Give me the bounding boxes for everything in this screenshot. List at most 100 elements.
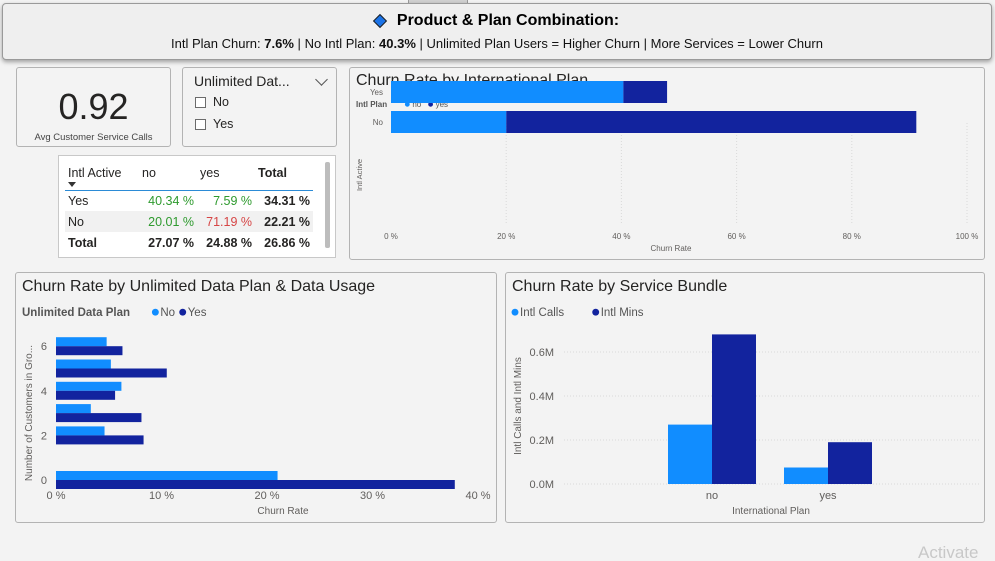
chart-unlimited-data[interactable]: Churn Rate by Unlimited Data Plan & Data… [15,272,497,523]
cell-total: 34.31 % [264,193,310,208]
matrix-header-intl-active[interactable]: Intl Active [65,163,139,190]
x-tick-label: 30 % [360,490,385,502]
slicer-option-label: Yes [213,117,234,131]
x-tick-label: 0 % [384,232,398,241]
legend-item: Intl Calls [520,307,564,319]
x-tick-label: 40 % [465,490,490,502]
x-tick-label: 20 % [497,232,515,241]
checkbox-yes[interactable] [195,118,206,130]
matrix-header-total[interactable]: Total [255,163,313,190]
legend-marker [592,308,600,316]
matrix-header-row: Intl Active no yes Total [65,163,313,190]
header-title-row: Product & Plan Combination: [3,12,991,30]
matrix-header-label: Intl Active [68,166,122,180]
bar-yes-No [506,111,917,133]
sub-rest: | Unlimited Plan Users = Higher Churn | … [419,36,823,51]
cell-yes: 24.88 % [206,235,252,250]
slicer-title: Unlimited Dat... [194,73,290,89]
x-tick-label: 0 % [47,490,66,502]
bar-Intl Calls-yes [784,467,828,484]
sub-separator: | [297,36,301,51]
y-axis-label: Intl Active [355,159,364,191]
x-axis-label: International Plan [732,506,810,517]
y-axis-label: Number of Customers in Gro... [24,345,35,481]
intl-churn-label: Intl Plan Churn: [171,36,261,51]
cell-total: 26.86 % [264,235,310,250]
bar-Intl Calls-no [668,424,712,484]
bar-Yes-0 [56,480,455,489]
table-row: Yes 40.34 % 7.59 % 34.31 % [65,190,313,211]
matrix-table: Intl Active no yes Total Yes 40.34 % 7.5… [65,163,313,253]
y-tick-label: 4 [41,386,47,398]
bar-no-Yes [391,81,624,103]
matrix-header-no[interactable]: no [139,163,197,190]
legend-title: Unlimited Data Plan [22,307,130,319]
cell-no: 20.01 % [148,214,194,229]
nointl-churn-value: 40.3% [379,36,416,51]
bar-Yes-2 [56,435,144,445]
slicer-option-yes[interactable]: Yes [183,117,336,131]
intl-churn-value: 7.6% [264,36,294,51]
y-tick-label: 0.2M [530,435,554,447]
bar-Yes-5 [56,368,167,378]
cell-yes: 7.59 % [213,193,252,208]
legend-item: No [160,307,175,319]
chart-intl-plan-svg: Churn Rate by International PlanIntl Pla… [355,72,979,253]
x-axis-label: Churn Rate [651,244,692,253]
cell-total: 22.21 % [264,214,310,229]
x-tick-label: 20 % [254,490,279,502]
kpi-card[interactable]: 0.92 Avg Customer Service Calls [16,67,171,147]
y-tick-label: No [373,118,384,127]
legend-item: Yes [188,307,207,319]
y-tick-label: Yes [370,88,383,97]
legend-item: Intl Mins [601,307,644,319]
cell-no: 27.07 % [148,235,194,250]
cell-no: 40.34 % [148,193,194,208]
y-tick-label: 0.6M [530,347,554,359]
y-tick-label: 2 [41,430,47,442]
bar-Yes-6 [56,346,123,356]
x-tick-label: 100 % [956,232,979,241]
bar-No-2 [56,426,105,436]
x-axis-label: Churn Rate [257,506,309,517]
x-tick-label: 40 % [612,232,630,241]
chart-service-bundle-svg: Churn Rate by Service Bundle Intl Calls In… [511,278,979,517]
kpi-value: 0.92 [58,86,129,127]
chart-title: Churn Rate by Unlimited Data Plan & Data… [22,278,375,295]
row-label: No [68,214,84,229]
checkbox-no[interactable] [195,96,206,108]
insight-header: Product & Plan Combination: Intl Plan Ch… [2,3,992,60]
slicer-header[interactable]: Unlimited Dat... [183,68,336,89]
x-tick-label: 60 % [727,232,745,241]
cell-yes: 71.19 % [206,214,252,229]
bar-no-No [391,111,507,133]
bar-No-6 [56,337,107,347]
chart-unlimited-data-svg: Churn Rate by Unlimited Data Plan & Data… [22,278,491,517]
chart-intl-plan[interactable]: Churn Rate by International Plan Intl Pla… [349,67,985,260]
row-label: Total [68,235,97,250]
sort-desc-icon[interactable] [68,182,76,187]
activate-watermark: Activate [918,543,979,561]
chart-title: Churn Rate by Service Bundle [512,278,727,295]
y-axis-label: Intl Calls and Intl Mins [513,357,524,455]
bar-yes-Yes [623,81,668,103]
bar-Intl Mins-yes [828,442,872,484]
bar-No-4 [56,381,122,391]
bar-Intl Mins-no [712,334,756,484]
x-tick-label: 80 % [843,232,861,241]
chevron-down-icon[interactable] [315,72,328,86]
table-row-total: Total 27.07 % 24.88 % 26.86 % [65,232,313,253]
churn-matrix[interactable]: Intl Active no yes Total Yes 40.34 % 7.5… [58,155,336,258]
slicer-option-no[interactable]: No [183,95,336,109]
header-subtitle: Intl Plan Churn: 7.6% | No Intl Plan: 40… [3,36,991,51]
kpi-label: Avg Customer Service Calls [34,132,153,143]
chart-service-bundle[interactable]: Churn Rate by Service Bundle Intl Calls In… [505,272,985,523]
x-tick-label: 10 % [149,490,174,502]
matrix-scrollbar[interactable] [325,162,330,248]
y-tick-label: 0.0M [530,479,554,491]
matrix-header-yes[interactable]: yes [197,163,255,190]
y-tick-label: 0.4M [530,391,554,403]
slicer-option-label: No [213,95,229,109]
bar-No-0 [56,471,278,480]
header-title: Product & Plan Combination: [396,12,620,29]
